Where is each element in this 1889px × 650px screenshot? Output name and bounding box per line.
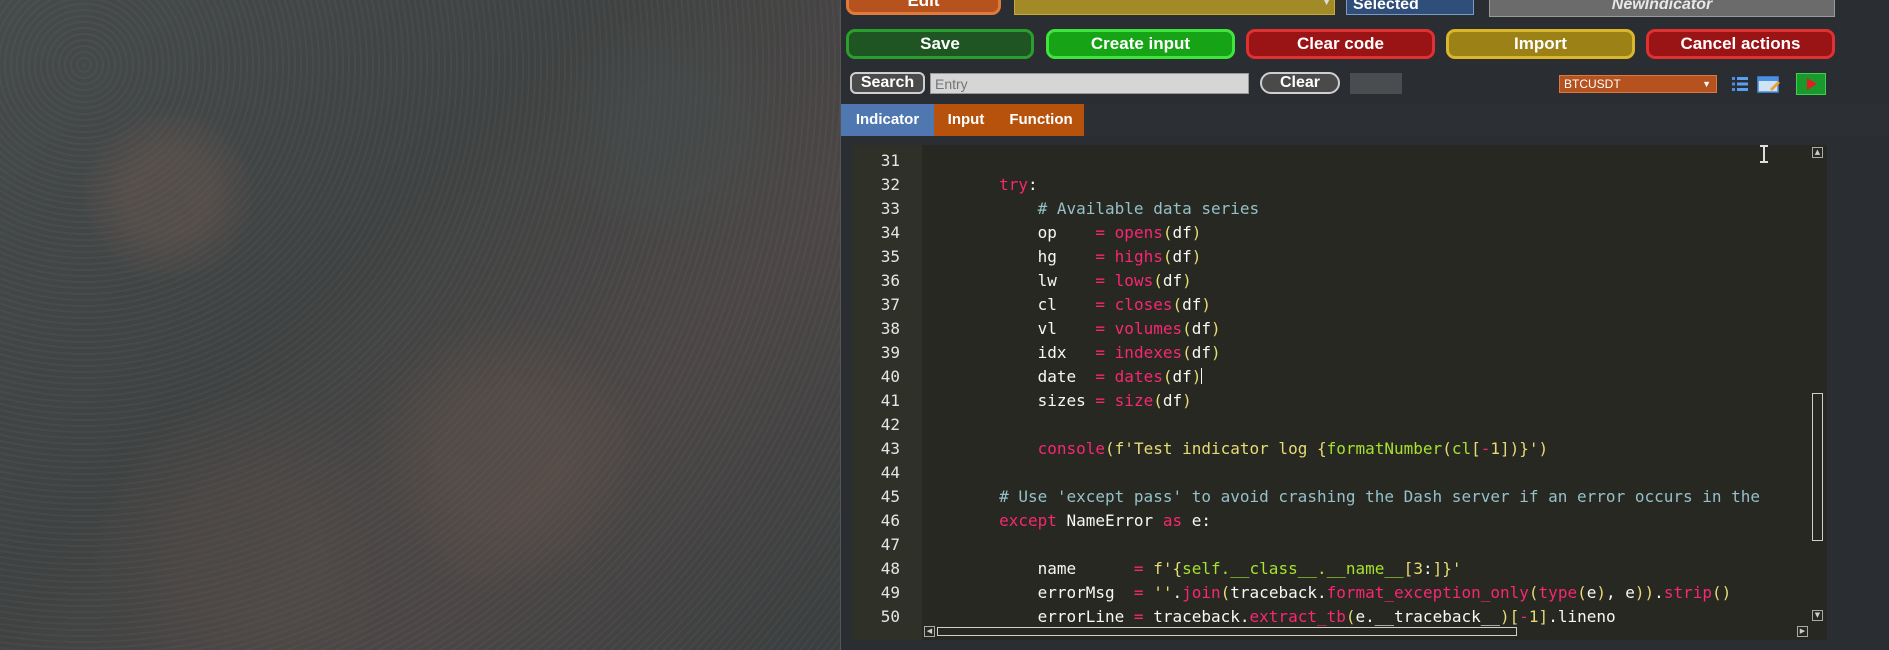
scroll-down-icon[interactable]: ▼	[1812, 610, 1823, 621]
clear-code-button-label: Clear code	[1297, 34, 1384, 53]
line-number: 44	[880, 463, 900, 482]
code-line: errorLine = traceback.extract_tb(e.__tra…	[922, 607, 1616, 626]
indicator-name-field[interactable]: NewIndicator	[1489, 0, 1835, 17]
line-number: 37	[880, 295, 900, 314]
indicator-name-value: NewIndicator	[1611, 0, 1713, 13]
code-editor[interactable]: 31 32 33 34 35 36 37 38 39 40 41 42 43 4…	[852, 145, 1827, 640]
list-icon[interactable]	[1731, 75, 1749, 93]
import-button[interactable]: Import	[1446, 29, 1635, 59]
line-number: 31	[880, 151, 900, 170]
search-input[interactable]	[930, 73, 1249, 94]
code-line: date = dates(df)	[922, 367, 1203, 386]
selected-label: Selected	[1353, 0, 1419, 13]
line-number: 45	[880, 487, 900, 506]
play-icon[interactable]	[1796, 73, 1826, 95]
symbol-select[interactable]: BTCUSDT ▼	[1559, 75, 1717, 93]
cancel-actions-button[interactable]: Cancel actions	[1646, 29, 1835, 59]
line-number: 47	[880, 535, 900, 554]
import-button-label: Import	[1514, 34, 1567, 53]
line-number: 32	[880, 175, 900, 194]
horizontal-scroll-thumb[interactable]	[937, 627, 1517, 636]
chevron-down-icon: ▼	[1323, 0, 1330, 7]
save-button[interactable]: Save	[846, 29, 1034, 59]
mouse-cursor-icon	[1759, 145, 1769, 163]
selected-label-box: Selected	[1346, 0, 1474, 15]
vertical-scroll-thumb[interactable]	[1812, 393, 1823, 541]
edit-button[interactable]: Edit	[846, 0, 1001, 15]
code-line: name = f'{self.__class__.__name__[3:]}'	[922, 559, 1462, 578]
code-line: # Available data series	[1037, 199, 1260, 218]
clear-button[interactable]: Clear	[1260, 72, 1340, 94]
edit-button-label: Edit	[907, 0, 940, 10]
tab-input-label: Input	[947, 111, 985, 128]
chevron-down-icon: ▼	[1702, 79, 1711, 89]
code-line: errorMsg = ''.join(traceback.format_exce…	[922, 583, 1732, 602]
line-number: 46	[880, 511, 900, 530]
line-number: 34	[880, 223, 900, 242]
horizontal-scrollbar[interactable]: ◀ ▶	[922, 626, 1810, 638]
cancel-actions-button-label: Cancel actions	[1680, 34, 1801, 53]
text-cursor	[1201, 368, 1203, 384]
line-number: 33	[880, 199, 900, 218]
desktop-background	[0, 0, 840, 650]
scroll-left-icon[interactable]: ◀	[924, 626, 935, 637]
tab-input[interactable]: Input	[934, 104, 998, 136]
top-dropdown[interactable]: ▼	[1014, 0, 1335, 15]
code-line: vl = volumes(df)	[922, 319, 1221, 338]
tab-indicator-label: Indicator	[855, 111, 920, 128]
search-button[interactable]: Search	[850, 72, 925, 94]
save-button-label: Save	[920, 34, 960, 53]
code-line: console(f'Test indicator log {formatNumb…	[1037, 439, 1549, 458]
scroll-right-icon[interactable]: ▶	[1797, 626, 1808, 637]
line-number: 40	[880, 367, 900, 386]
tab-function[interactable]: Function	[998, 104, 1084, 136]
line-number: 43	[880, 439, 900, 458]
code-line: op = opens(df)	[922, 223, 1202, 242]
edit-note-icon[interactable]	[1757, 74, 1781, 94]
scroll-up-icon[interactable]: ▲	[1812, 147, 1823, 158]
line-number-gutter: 31 32 33 34 35 36 37 38 39 40 41 42 43 4…	[852, 145, 922, 640]
status-indicator-box	[1350, 73, 1402, 94]
code-line: sizes = size(df)	[922, 391, 1192, 410]
code-line: # Use 'except pass' to avoid crashing th…	[999, 487, 1761, 506]
line-number: 49	[880, 583, 900, 602]
code-line: except NameError as e:	[999, 511, 1211, 530]
create-input-button-label: Create input	[1090, 34, 1191, 53]
line-number: 41	[880, 391, 900, 410]
tab-indicator[interactable]: Indicator	[841, 104, 934, 136]
code-line: cl = closes(df)	[922, 295, 1212, 314]
clear-button-label: Clear	[1279, 74, 1321, 91]
line-number: 38	[880, 319, 900, 338]
line-number: 35	[880, 247, 900, 266]
create-input-button[interactable]: Create input	[1046, 29, 1235, 59]
symbol-select-value: BTCUSDT	[1564, 77, 1621, 91]
line-number: 50	[880, 607, 900, 626]
line-number: 48	[880, 559, 900, 578]
tab-function-label: Function	[1009, 111, 1073, 128]
line-number: 39	[880, 343, 900, 362]
code-line: lw = lows(df)	[922, 271, 1192, 290]
line-number: 42	[880, 415, 900, 434]
code-line: try:	[999, 175, 1038, 194]
line-number: 36	[880, 271, 900, 290]
vertical-scrollbar[interactable]: ▲ ▼	[1811, 145, 1825, 623]
search-button-label: Search	[860, 74, 915, 91]
code-line: hg = highs(df)	[922, 247, 1202, 266]
clear-code-button[interactable]: Clear code	[1246, 29, 1435, 59]
code-line: idx = indexes(df)	[922, 343, 1221, 362]
